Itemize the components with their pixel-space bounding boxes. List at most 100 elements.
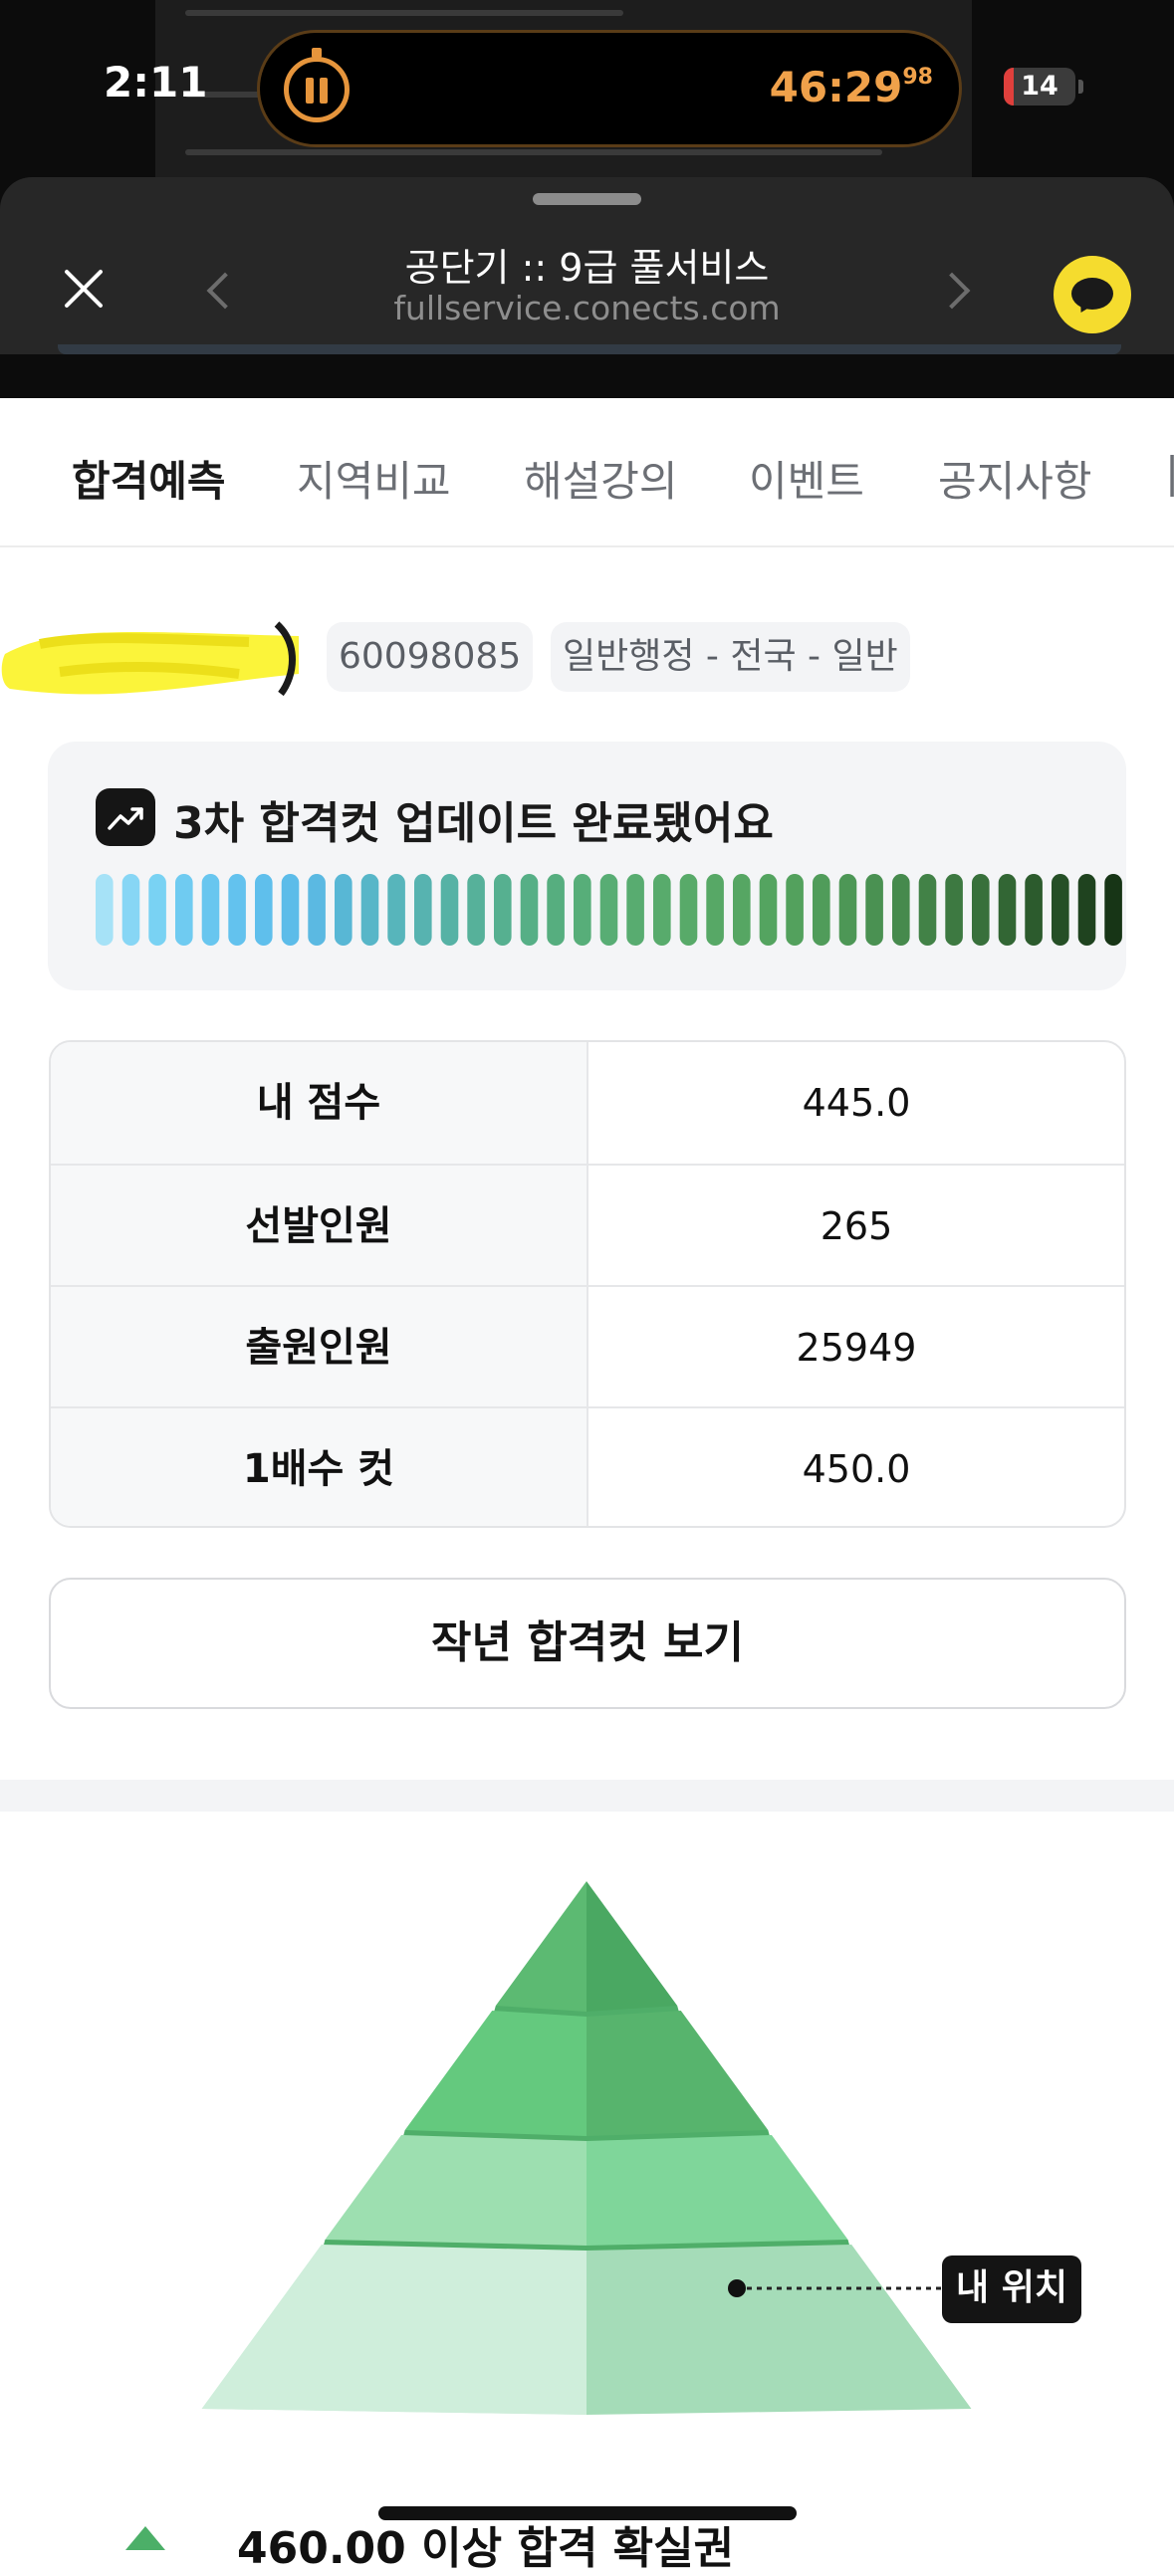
tab-notice[interactable]: 공지사항 — [938, 448, 1092, 509]
progress-bar-segment — [360, 874, 379, 946]
pyramid-tier-right — [587, 2135, 848, 2246]
progress-bar-segment — [733, 874, 751, 946]
my-position-label: 내 위치 — [942, 2255, 1081, 2323]
progress-bar-segment — [520, 874, 539, 946]
progress-bar-segment — [308, 874, 326, 946]
home-indicator[interactable] — [378, 2506, 797, 2520]
pyramid-tier-right — [587, 1881, 678, 2012]
stats-row: 출원인원 25949 — [51, 1285, 1124, 1408]
progress-bar-segment — [121, 874, 140, 946]
progress-bar-segment — [679, 874, 698, 946]
pyramid-tier-left — [404, 2011, 587, 2136]
score-stats-table: 내 점수 445.0 선발인원 265 출원인원 25949 1배수 컷 450… — [49, 1040, 1126, 1528]
trending-up-icon — [96, 788, 155, 846]
progress-bar-segment — [494, 874, 512, 946]
back-chevron-icon[interactable] — [206, 272, 244, 310]
progress-bar-segment — [599, 874, 618, 946]
progress-bar-segment — [786, 874, 804, 946]
stats-value: 450.0 — [802, 1447, 911, 1491]
tab-event[interactable]: 이벤트 — [749, 448, 864, 509]
in-app-browser-header: 공단기 :: 9급 풀서비스 fullservice.conects.com — [0, 177, 1174, 354]
update-message: 3차 합격컷 업데이트 완료됐어요 — [173, 798, 774, 849]
progress-bar-segment — [1025, 874, 1043, 946]
pyramid-tier-left — [495, 1881, 587, 2012]
dynamic-island-timer[interactable]: 46:2998 — [257, 30, 962, 147]
pyramid-tier-right — [587, 2245, 972, 2415]
battery-tip — [1078, 80, 1083, 94]
progress-bar-segment — [228, 874, 246, 946]
progress-bar-segment — [281, 874, 300, 946]
stats-row: 내 점수 445.0 — [51, 1042, 1124, 1164]
pyramid-tiers — [201, 1881, 972, 2415]
progress-bar-segment — [998, 874, 1017, 946]
close-icon[interactable] — [56, 261, 112, 317]
browser-chrome: 2:11 46:2998 14 공단기 :: 9급 풀서비스 fullservi… — [0, 0, 1174, 398]
progress-bar-segment — [547, 874, 565, 946]
last-year-cutoff-button[interactable]: 작년 합격컷 보기 — [49, 1578, 1126, 1709]
pyramid-tier-right — [587, 2011, 769, 2136]
chat-button[interactable] — [1054, 256, 1131, 333]
tab-bar: 합격예측 지역비교 해설강의 이벤트 공지사항 | — [0, 398, 1174, 547]
pyramid-base-shadow — [201, 2409, 587, 2415]
progress-bar-segment — [96, 874, 114, 946]
progress-bar-segment — [1104, 874, 1122, 946]
progress-bar-segment — [201, 874, 220, 946]
stats-value: 25949 — [796, 1326, 917, 1370]
progress-bar-segment — [1052, 874, 1069, 946]
redacted-name-scribble — [1, 621, 299, 697]
exam-category-chip: 일반행정 - 전국 - 일반 — [551, 622, 910, 692]
stats-label: 1배수 컷 — [51, 1408, 588, 1526]
page-title: 공단기 :: 9급 풀서비스 — [404, 246, 770, 290]
progress-bar-segment — [653, 874, 671, 946]
progress-bar-segment — [335, 874, 352, 946]
progress-bar-segment — [440, 874, 459, 946]
timer-centiseconds: 98 — [902, 65, 933, 90]
tab-region-compare[interactable]: 지역비교 — [297, 448, 451, 509]
sheet-edge — [58, 344, 1121, 354]
progress-gradient-bars — [96, 874, 1122, 946]
timer-readout: 46:2998 — [769, 63, 933, 111]
progress-bar-segment — [972, 874, 990, 946]
my-position-dot — [728, 2279, 746, 2297]
certain-pass-label: 460.00 이상 합격 확실권 — [237, 2523, 735, 2574]
progress-bar-segment — [813, 874, 830, 946]
progress-bar-segment — [838, 874, 857, 946]
chat-bubble-icon — [1071, 278, 1113, 310]
stats-value: 265 — [820, 1204, 893, 1248]
battery-icon: 14 — [1004, 68, 1075, 106]
progress-bar-segment — [574, 874, 591, 946]
sheet-grabber-handle[interactable] — [533, 193, 641, 205]
page-url: fullservice.conects.com — [393, 289, 781, 327]
stats-label: 출원인원 — [51, 1287, 588, 1408]
forward-chevron-icon[interactable] — [933, 272, 971, 310]
progress-bar-segment — [414, 874, 432, 946]
progress-bar-segment — [626, 874, 644, 946]
stats-row: 선발인원 265 — [51, 1164, 1124, 1287]
progress-bar-segment — [175, 874, 193, 946]
stats-label: 선발인원 — [51, 1166, 588, 1287]
progress-bar-segment — [918, 874, 937, 946]
tab-overflow-peek[interactable]: | — [1165, 448, 1174, 497]
progress-bar-segment — [255, 874, 273, 946]
pyramid-tier-left — [325, 2135, 587, 2246]
update-banner: 3차 합격컷 업데이트 완료됐어요 — [48, 742, 1126, 990]
progress-bar-segment — [892, 874, 910, 946]
stats-label: 내 점수 — [51, 1042, 588, 1164]
progress-bar-segment — [759, 874, 778, 946]
progress-bar-segment — [945, 874, 963, 946]
stats-value: 445.0 — [802, 1081, 911, 1125]
stats-row: 1배수 컷 450.0 — [51, 1406, 1124, 1526]
progress-bar-segment — [706, 874, 724, 946]
rank-pyramid-chart — [201, 1881, 972, 2415]
section-divider — [0, 1780, 1174, 1812]
status-time: 2:11 — [104, 58, 208, 107]
tab-explanation-lecture[interactable]: 해설강의 — [524, 448, 678, 509]
progress-bar-segment — [148, 874, 166, 946]
exam-number-chip: 60098085 — [327, 622, 534, 692]
progress-bar-segment — [865, 874, 883, 946]
timer-pause-icon[interactable] — [284, 48, 350, 122]
tab-pass-prediction[interactable]: 합격예측 — [72, 448, 226, 509]
up-triangle-icon — [125, 2526, 165, 2550]
progress-bar-segment — [1077, 874, 1096, 946]
progress-bar-segment — [467, 874, 485, 946]
